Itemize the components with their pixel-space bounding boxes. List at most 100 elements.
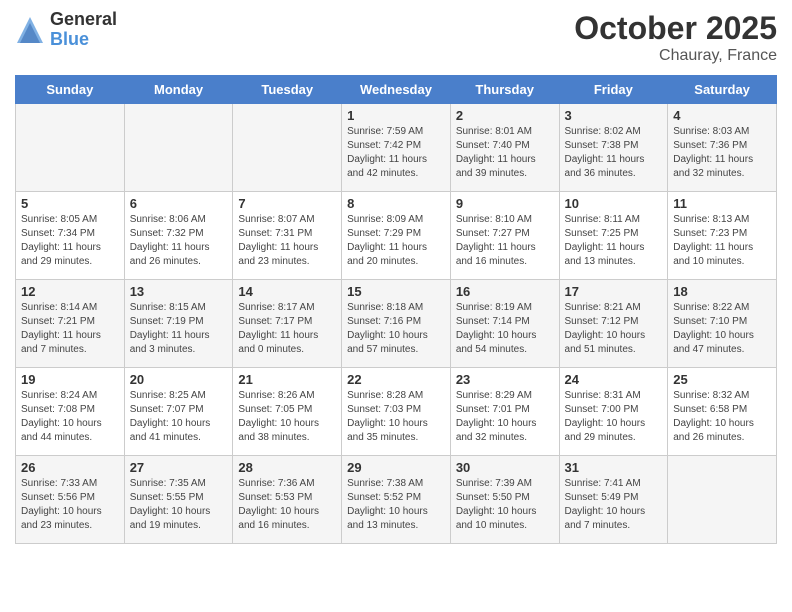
logo-general: General <box>50 10 117 30</box>
col-monday: Monday <box>124 76 233 104</box>
calendar-cell: 28Sunrise: 7:36 AM Sunset: 5:53 PM Dayli… <box>233 456 342 544</box>
day-number: 2 <box>456 108 554 123</box>
calendar-cell: 17 Sunrise: 8:21 AM Sunset: 7:12 PM Dayli… <box>559 280 668 368</box>
logo-text: General Blue <box>50 10 117 50</box>
calendar-cell: 8 Sunrise: 8:09 AM Sunset: 7:29 PM Daylig… <box>342 192 451 280</box>
cell-content: Sunrise: 8:24 AM Sunset: 7:08 PM Dayligh… <box>21 389 119 445</box>
cell-content: Sunrise: 7:35 AM Sunset: 5:55 PM Dayligh… <box>130 477 228 533</box>
location: Chauray, France <box>574 47 777 65</box>
cell-content: Sunrise: 8:31 AM Sunset: 7:00 PM Dayligh… <box>565 389 663 445</box>
day-number: 24 <box>565 372 663 387</box>
day-number: 17 <box>565 284 663 299</box>
calendar-cell: 13Sunrise: 8:15 AM Sunset: 7:19 PM Dayli… <box>124 280 233 368</box>
cell-content: Sunrise: 8:05 AM Sunset: 7:34 PM Dayligh… <box>21 213 119 269</box>
cell-content: Sunrise: 8:25 AM Sunset: 7:07 PM Dayligh… <box>130 389 228 445</box>
day-number: 14 <box>238 284 336 299</box>
cell-content: Sunrise: 7:41 AM Sunset: 5:49 PM Dayligh… <box>565 477 663 533</box>
calendar-header: Sunday Monday Tuesday Wednesday Thursday… <box>16 76 777 104</box>
day-number: 30 <box>456 460 554 475</box>
cell-content: Sunrise: 7:33 AM Sunset: 5:56 PM Dayligh… <box>21 477 119 533</box>
calendar-cell: 16Sunrise: 8:19 AM Sunset: 7:14 PM Dayli… <box>450 280 559 368</box>
calendar-week-1: 1Sunrise: 7:59 AM Sunset: 7:42 PM Daylig… <box>16 104 777 192</box>
day-number: 31 <box>565 460 663 475</box>
calendar-cell: 6 Sunrise: 8:06 AM Sunset: 7:32 PM Daylig… <box>124 192 233 280</box>
cell-content: Sunrise: 8:06 AM Sunset: 7:32 PM Dayligh… <box>130 213 228 269</box>
col-thursday: Thursday <box>450 76 559 104</box>
calendar-cell: 19 Sunrise: 8:24 AM Sunset: 7:08 PM Dayli… <box>16 368 125 456</box>
cell-content: Sunrise: 8:14 AM Sunset: 7:21 PM Dayligh… <box>21 301 119 357</box>
cell-content: Sunrise: 8:18 AM Sunset: 7:16 PM Dayligh… <box>347 301 445 357</box>
header-row: Sunday Monday Tuesday Wednesday Thursday… <box>16 76 777 104</box>
day-number: 28 <box>238 460 336 475</box>
day-number: 12 <box>21 284 119 299</box>
day-number: 26 <box>21 460 119 475</box>
calendar-cell: 26 Sunrise: 7:33 AM Sunset: 5:56 PM Dayli… <box>16 456 125 544</box>
calendar-body: 1Sunrise: 7:59 AM Sunset: 7:42 PM Daylig… <box>16 104 777 544</box>
col-wednesday: Wednesday <box>342 76 451 104</box>
day-number: 22 <box>347 372 445 387</box>
cell-content: Sunrise: 8:28 AM Sunset: 7:03 PM Dayligh… <box>347 389 445 445</box>
day-number: 29 <box>347 460 445 475</box>
day-number: 4 <box>673 108 771 123</box>
calendar-cell: 10Sunrise: 8:11 AM Sunset: 7:25 PM Dayli… <box>559 192 668 280</box>
day-number: 25 <box>673 372 771 387</box>
logo: General Blue <box>15 10 117 50</box>
cell-content: Sunrise: 7:59 AM Sunset: 7:42 PM Dayligh… <box>347 125 445 181</box>
calendar-cell <box>233 104 342 192</box>
cell-content: Sunrise: 8:03 AM Sunset: 7:36 PM Dayligh… <box>673 125 771 181</box>
cell-content: Sunrise: 8:29 AM Sunset: 7:01 PM Dayligh… <box>456 389 554 445</box>
calendar-cell: 24 Sunrise: 8:31 AM Sunset: 7:00 PM Dayli… <box>559 368 668 456</box>
calendar-cell <box>668 456 777 544</box>
calendar-cell: 9 Sunrise: 8:10 AM Sunset: 7:27 PM Daylig… <box>450 192 559 280</box>
day-number: 7 <box>238 196 336 211</box>
cell-content: Sunrise: 8:21 AM Sunset: 7:12 PM Dayligh… <box>565 301 663 357</box>
calendar-cell: 23Sunrise: 8:29 AM Sunset: 7:01 PM Dayli… <box>450 368 559 456</box>
day-number: 20 <box>130 372 228 387</box>
calendar-cell: 1Sunrise: 7:59 AM Sunset: 7:42 PM Daylig… <box>342 104 451 192</box>
logo-icon <box>15 15 45 45</box>
page-container: General Blue October 2025 Chauray, Franc… <box>0 0 792 554</box>
calendar-cell: 25Sunrise: 8:32 AM Sunset: 6:58 PM Dayli… <box>668 368 777 456</box>
month-title: October 2025 <box>574 10 777 47</box>
day-number: 9 <box>456 196 554 211</box>
day-number: 8 <box>347 196 445 211</box>
cell-content: Sunrise: 8:01 AM Sunset: 7:40 PM Dayligh… <box>456 125 554 181</box>
calendar-cell: 12 Sunrise: 8:14 AM Sunset: 7:21 PM Dayli… <box>16 280 125 368</box>
day-number: 15 <box>347 284 445 299</box>
calendar-table: Sunday Monday Tuesday Wednesday Thursday… <box>15 75 777 544</box>
col-saturday: Saturday <box>668 76 777 104</box>
calendar-cell: 20 Sunrise: 8:25 AM Sunset: 7:07 PM Dayli… <box>124 368 233 456</box>
calendar-cell: 22 Sunrise: 8:28 AM Sunset: 7:03 PM Dayli… <box>342 368 451 456</box>
col-sunday: Sunday <box>16 76 125 104</box>
day-number: 6 <box>130 196 228 211</box>
calendar-cell: 31 Sunrise: 7:41 AM Sunset: 5:49 PM Dayli… <box>559 456 668 544</box>
cell-content: Sunrise: 8:26 AM Sunset: 7:05 PM Dayligh… <box>238 389 336 445</box>
col-friday: Friday <box>559 76 668 104</box>
cell-content: Sunrise: 8:11 AM Sunset: 7:25 PM Dayligh… <box>565 213 663 269</box>
calendar-week-3: 12 Sunrise: 8:14 AM Sunset: 7:21 PM Dayli… <box>16 280 777 368</box>
day-number: 21 <box>238 372 336 387</box>
calendar-cell: 5 Sunrise: 8:05 AM Sunset: 7:34 PM Daylig… <box>16 192 125 280</box>
day-number: 18 <box>673 284 771 299</box>
cell-content: Sunrise: 8:07 AM Sunset: 7:31 PM Dayligh… <box>238 213 336 269</box>
calendar-cell <box>124 104 233 192</box>
calendar-cell: 14 Sunrise: 8:17 AM Sunset: 7:17 PM Dayli… <box>233 280 342 368</box>
day-number: 19 <box>21 372 119 387</box>
cell-content: Sunrise: 8:17 AM Sunset: 7:17 PM Dayligh… <box>238 301 336 357</box>
calendar-cell: 15 Sunrise: 8:18 AM Sunset: 7:16 PM Dayli… <box>342 280 451 368</box>
calendar-cell: 21 Sunrise: 8:26 AM Sunset: 7:05 PM Dayli… <box>233 368 342 456</box>
logo-blue: Blue <box>50 30 117 50</box>
cell-content: Sunrise: 8:10 AM Sunset: 7:27 PM Dayligh… <box>456 213 554 269</box>
calendar-week-5: 26 Sunrise: 7:33 AM Sunset: 5:56 PM Dayli… <box>16 456 777 544</box>
day-number: 5 <box>21 196 119 211</box>
calendar-cell <box>16 104 125 192</box>
header: General Blue October 2025 Chauray, Franc… <box>15 10 777 65</box>
cell-content: Sunrise: 8:15 AM Sunset: 7:19 PM Dayligh… <box>130 301 228 357</box>
calendar-cell: 30Sunrise: 7:39 AM Sunset: 5:50 PM Dayli… <box>450 456 559 544</box>
day-number: 27 <box>130 460 228 475</box>
col-tuesday: Tuesday <box>233 76 342 104</box>
calendar-week-4: 19 Sunrise: 8:24 AM Sunset: 7:08 PM Dayli… <box>16 368 777 456</box>
calendar-week-2: 5 Sunrise: 8:05 AM Sunset: 7:34 PM Daylig… <box>16 192 777 280</box>
cell-content: Sunrise: 8:09 AM Sunset: 7:29 PM Dayligh… <box>347 213 445 269</box>
calendar-cell: 18Sunrise: 8:22 AM Sunset: 7:10 PM Dayli… <box>668 280 777 368</box>
